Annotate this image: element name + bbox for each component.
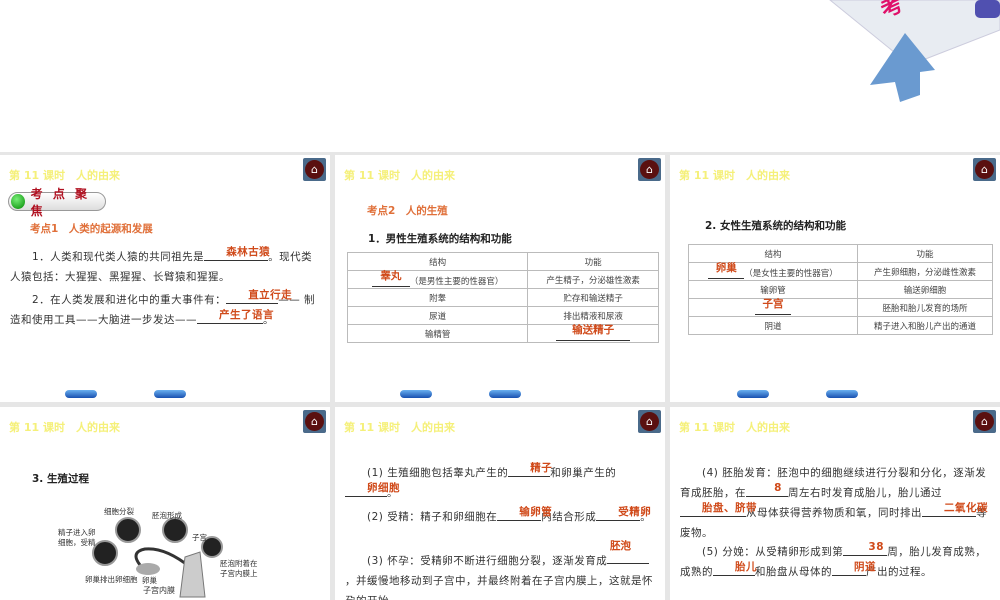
label-attach: 胚泡附着在	[220, 559, 258, 568]
prev-button[interactable]	[400, 390, 432, 398]
male-system-table: 结构 功能 睾丸 （是男性主要的性器官） 产生精子，分泌雄性激素 附睾 贮存和输送精子 …	[346, 252, 659, 343]
home-icon: ⌂	[305, 160, 324, 179]
slide-4[interactable]: 第 11 课时 人的由来 ⌂ 3. 生殖过程 细胞分裂 胚泡形成 精子进入卵 细…	[0, 407, 330, 600]
paragraph-1: (1) 生殖细胞包括睾丸产生的 精子和卵巢产生的卵细胞。	[345, 462, 657, 503]
slide-5[interactable]: 第 11 课时 人的由来 ⌂ (1) 生殖细胞包括睾丸产生的 精子和卵巢产生的卵细…	[335, 407, 665, 600]
home-icon: ⌂	[975, 160, 994, 179]
table-row: 睾丸 （是男性主要的性器官） 产生精子，分泌雄性激素	[346, 270, 659, 289]
green-dot-icon	[11, 194, 25, 209]
table-row: 子宫 胚胎和胎儿发育的场所	[687, 298, 993, 317]
female-system-table: 结构 功能 卵巢 （是女性主要的性器官） 产生卵细胞，分泌雌性激素 输卵管 输送卵细胞 …	[687, 244, 993, 335]
logo-graphic: 考	[800, 0, 1000, 150]
home-icon: ⌂	[640, 160, 659, 179]
paragraph-1: 1．人类和现代类人猿的共同祖先是 森林古猿。现代类人猿包括：大猩猩、黑猩猩、长臂猿…	[10, 246, 313, 283]
paragraph-4: (4) 胚胎发育：胚泡中的细胞继续进行分裂和分化，逐渐发育成胚胎，在 8 周左右时发…	[680, 467, 988, 539]
prev-button[interactable]	[737, 390, 769, 398]
top-banner: 考	[0, 0, 1000, 152]
next-button[interactable]	[154, 390, 186, 398]
slide-title: 第 11 课时 人的由来	[344, 421, 455, 434]
section-badge: 考 点 聚 焦	[8, 187, 106, 218]
home-button[interactable]: ⌂	[638, 158, 661, 181]
slide-6[interactable]: 第 11 课时 人的由来 ⌂ (4) 胚胎发育：胚泡中的细胞继续进行分裂和分化，…	[670, 407, 1000, 600]
slide-title: 第 11 课时 人的由来	[679, 169, 790, 182]
home-button[interactable]: ⌂	[973, 158, 996, 181]
table-row: 阴道 精子进入和胎儿产出的通道	[687, 316, 993, 335]
label-fertilization: 精子进入卵	[58, 528, 96, 537]
paragraph-5: (5) 分娩：从受精卵形成到第 38 周，胎儿发育成熟，成熟的 胎儿和胎盘从母体的 阴道…	[680, 541, 987, 578]
label-fertilization-2: 细胞，受精	[58, 538, 96, 547]
label-blastocyst: 胚泡形成	[152, 511, 182, 520]
next-button[interactable]	[489, 390, 521, 398]
table-row: 输卵管 输送卵细胞	[687, 280, 993, 299]
slide-3[interactable]: 第 11 课时 人的由来 ⌂ 2. 女性生殖系统的结构和功能 结构 功能 卵巢 （是…	[670, 155, 1000, 402]
section-heading: 1．男性生殖系统的结构和功能	[368, 233, 512, 245]
label-ovulation: 卵巢排出卵细胞	[85, 575, 138, 584]
label-uterus: 子宫	[192, 533, 207, 542]
table-row: 附睾 贮存和输送精子	[346, 288, 659, 307]
slide-title: 第 11 课时 人的由来	[9, 169, 120, 182]
label-ovary: 卵巢	[142, 576, 157, 585]
next-button[interactable]	[826, 390, 858, 398]
home-icon: ⌂	[640, 412, 659, 431]
slide-title: 第 11 课时 人的由来	[679, 421, 790, 434]
paragraph-2: (2) 受精：精子和卵细胞在 输卵管内结合形成 受精卵。	[367, 506, 652, 523]
prev-button[interactable]	[65, 390, 97, 398]
slide-1[interactable]: 第 11 课时 人的由来 ⌂ 考 点 聚 焦 考点1 人类的起源和发展 1．人类…	[0, 155, 330, 402]
table-row: 尿道 排出精液和尿液	[346, 306, 659, 325]
home-button[interactable]: ⌂	[638, 410, 661, 433]
home-button[interactable]: ⌂	[973, 410, 996, 433]
slide-title: 第 11 课时 人的由来	[344, 169, 455, 182]
table-row: 卵巢 （是女性主要的性器官） 产生卵细胞，分泌雌性激素	[687, 262, 993, 281]
section-heading: 2. 女性生殖系统的结构和功能	[705, 220, 846, 232]
label-endometrium: 子宫内膜	[142, 586, 176, 596]
topic-heading: 考点1 人类的起源和发展	[30, 223, 153, 235]
label-cell-division: 细胞分裂	[104, 507, 134, 516]
paragraph-2: 2．在人类发展和进化中的重大事件有： 直立行走—— 制造和使用工具——大脑进一步发…	[10, 289, 316, 326]
label-attach-2: 子宫内膜上	[220, 569, 258, 578]
topic-heading: 考点2 人的生殖	[367, 205, 448, 217]
home-icon: ⌂	[975, 412, 994, 431]
paragraph-3: (3) 怀孕：受精卵不断进行细胞分裂，逐渐发育成，并缓慢地移动到子宫中，并最终附…	[345, 550, 657, 600]
slide-2[interactable]: 第 11 课时 人的由来 ⌂ 考点2 人的生殖 1．男性生殖系统的结构和功能 结…	[335, 155, 665, 402]
reproduction-diagram	[92, 517, 223, 598]
home-button[interactable]: ⌂	[303, 158, 326, 181]
table-row: 输精管 输送精子	[346, 324, 659, 343]
